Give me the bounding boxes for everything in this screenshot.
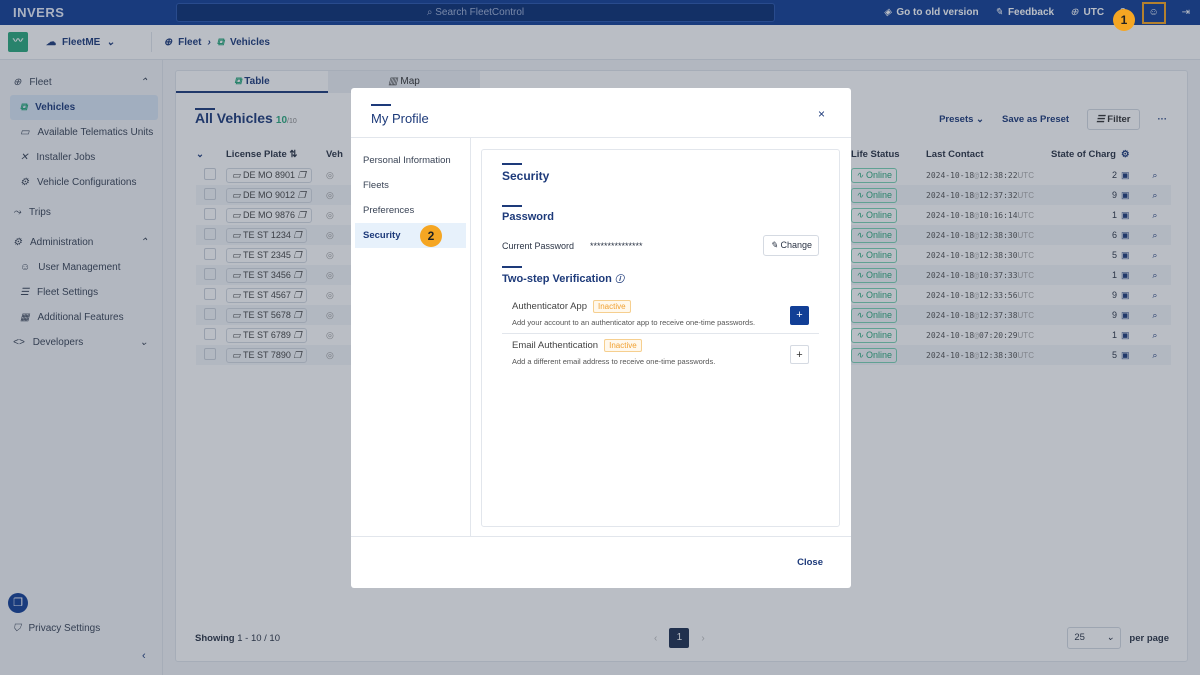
my-profile-modal: My Profile × Personal Information Fleets…: [351, 88, 851, 588]
nav-preferences[interactable]: Preferences: [351, 198, 470, 223]
pencil-icon: ✎: [770, 240, 781, 250]
close-button[interactable]: Close: [797, 557, 823, 568]
add-method-button[interactable]: +: [790, 345, 809, 364]
profile-nav: Personal Information Fleets Preferences …: [351, 138, 471, 536]
security-panel: Security Password Current Password *****…: [481, 149, 840, 527]
inactive-badge: Inactive: [593, 300, 631, 313]
close-icon[interactable]: ×: [818, 107, 825, 121]
annotation-marker-2: 2: [420, 225, 442, 247]
verification-method: Authenticator App Inactive Add your accou…: [502, 295, 819, 334]
inactive-badge: Inactive: [604, 339, 642, 352]
verification-method: Email Authentication Inactive Add a diffe…: [502, 334, 819, 372]
annotation-marker-1: 1: [1113, 9, 1135, 31]
method-description: Add your account to an authenticator app…: [512, 318, 756, 327]
method-name: Authenticator App: [512, 301, 587, 312]
method-description: Add a different email address to receive…: [512, 357, 716, 366]
add-method-button[interactable]: +: [790, 306, 809, 325]
nav-fleets[interactable]: Fleets: [351, 173, 470, 198]
password-heading: Password: [502, 211, 554, 223]
nav-security[interactable]: Security: [355, 223, 466, 248]
current-password-label: Current Password: [502, 240, 575, 251]
method-name: Email Authentication: [512, 340, 599, 351]
modal-title: My Profile: [371, 111, 429, 126]
change-password-button[interactable]: ✎ Change: [763, 235, 819, 256]
security-heading: Security: [502, 169, 550, 183]
change-label: Change: [780, 240, 812, 250]
two-step-heading: Two-step Verification ⓘ: [502, 272, 819, 285]
current-password-value: ***************: [590, 240, 643, 251]
two-step-label: Two-step Verification: [502, 273, 612, 285]
info-icon[interactable]: ⓘ: [615, 274, 624, 284]
nav-personal-information[interactable]: Personal Information: [351, 148, 470, 173]
